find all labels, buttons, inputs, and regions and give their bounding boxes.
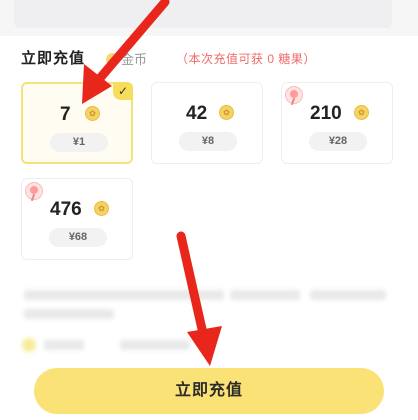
blurred-text xyxy=(230,290,300,300)
blurred-text xyxy=(44,340,84,350)
promo-text: （本次充值可获 0 糖果） xyxy=(176,52,316,66)
candy-icon xyxy=(285,86,303,104)
package-card-42[interactable]: 42 ✿ ¥8 xyxy=(151,82,263,164)
coin-icon: ✿ xyxy=(354,105,369,120)
package-amount: 210 xyxy=(310,103,342,124)
blurred-text xyxy=(120,340,190,350)
blurred-checkbox xyxy=(22,338,36,352)
coin-icon: ✿ xyxy=(85,106,100,121)
package-card-476[interactable]: 476 ✿ ¥68 xyxy=(21,178,133,260)
blurred-text xyxy=(24,309,114,319)
candy-icon xyxy=(25,182,43,200)
package-amount: 42 xyxy=(186,103,208,124)
coin-icon: ✿ xyxy=(94,201,109,216)
section-title: 立即充值 xyxy=(21,50,86,67)
coin-icon: ✿ xyxy=(219,105,234,120)
package-price: ¥1 xyxy=(50,133,108,152)
package-card-7[interactable]: ✓ 7 ✿ ¥1 xyxy=(21,82,133,164)
blurred-text xyxy=(24,290,224,300)
top-strip xyxy=(0,0,418,36)
blurred-text xyxy=(310,290,386,300)
balance-text: 金币 xyxy=(106,49,147,68)
package-amount: 476 xyxy=(50,199,82,220)
check-icon: ✓ xyxy=(113,82,133,100)
balance-label: 金币 xyxy=(121,52,148,67)
package-card-210[interactable]: 210 ✿ ¥28 xyxy=(281,82,393,164)
coin-icon xyxy=(106,53,119,66)
top-strip-inner xyxy=(14,0,392,28)
package-price: ¥8 xyxy=(179,132,237,151)
package-price: ¥28 xyxy=(309,132,367,151)
package-amount: 7 xyxy=(60,104,71,125)
recharge-now-button[interactable]: 立即充值 xyxy=(34,368,384,414)
package-price: ¥68 xyxy=(49,228,107,247)
